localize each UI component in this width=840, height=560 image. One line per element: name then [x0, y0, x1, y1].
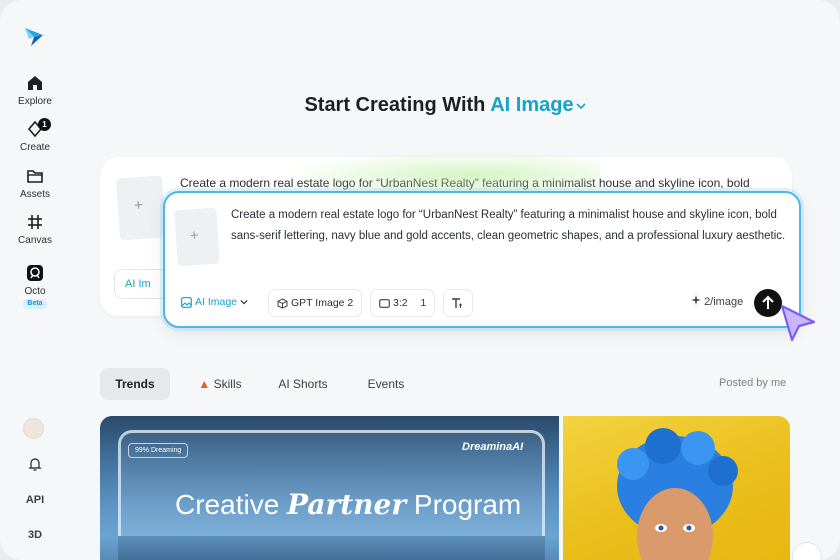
bell-icon	[28, 458, 42, 471]
octo-icon	[27, 265, 43, 281]
sidebar-item-canvas[interactable]: Canvas	[0, 213, 70, 246]
folder-icon	[27, 170, 43, 183]
image-icon	[181, 296, 192, 308]
sidebar-item-assets[interactable]: Assets	[0, 167, 70, 200]
tab-ai-shorts[interactable]: AI Shorts	[268, 368, 338, 400]
tab-trends[interactable]: Trends	[100, 368, 170, 400]
prompt-card: + Create a modern real estate logo for “…	[163, 191, 801, 328]
model-selector-label: GPT Image 2	[291, 297, 354, 309]
tab-events[interactable]: Events	[354, 368, 418, 400]
credit-cost-value: 2/image	[704, 296, 744, 308]
sidebar-item-create[interactable]: 1 Create	[0, 118, 70, 153]
mode-selector[interactable]: AI Image	[490, 94, 586, 116]
api-link[interactable]: API	[0, 494, 70, 506]
sidebar-item-label: Assets	[19, 189, 50, 200]
dreaming-tag: 99% Dreaming	[128, 443, 189, 458]
notification-badge: 1	[38, 118, 51, 131]
app-logo-icon[interactable]	[23, 24, 45, 48]
title-prefix: Start Creating With	[304, 94, 486, 116]
reference-image-slot[interactable]: +	[115, 175, 167, 241]
creative-partner-banner[interactable]: 99% Dreaming DreaminaAI Creative Partner…	[100, 416, 559, 560]
model-selector[interactable]: GPT Image 2	[268, 289, 363, 317]
3d-link[interactable]: 3D	[0, 529, 70, 541]
sidebar-item-label: Canvas	[18, 235, 52, 246]
chevron-down-icon	[575, 103, 586, 109]
mode-dropdown-label: AI Image	[195, 296, 238, 308]
text-style-button[interactable]	[443, 289, 473, 317]
portrait-illustration	[617, 428, 738, 560]
plus-icon: +	[189, 226, 200, 245]
text-format-icon	[452, 298, 462, 309]
sidebar-item-label: Octo	[24, 286, 46, 297]
portrait-artwork-card[interactable]	[563, 416, 790, 560]
avatar[interactable]	[23, 418, 44, 439]
grid-frame-icon	[28, 215, 42, 229]
image-count-value: 1	[420, 297, 427, 309]
sidebar: Explore 1 Create Assets Canvas Octo Beta…	[0, 0, 70, 560]
fire-icon: ▲	[198, 377, 211, 391]
sidebar-item-octo[interactable]: Octo Beta	[0, 264, 70, 309]
banner-title-part: Partner	[287, 488, 407, 521]
beta-tag: Beta	[23, 299, 47, 309]
chevron-down-icon	[240, 300, 248, 305]
aspect-ratio-value: 3:2	[393, 297, 408, 309]
cube-icon	[277, 298, 288, 309]
dreamina-logo: DreaminaAI	[462, 441, 524, 453]
sidebar-item-label: Create	[19, 142, 50, 153]
home-icon	[28, 76, 42, 90]
banner-title-part: Creative	[175, 489, 280, 520]
tab-label: Skills	[213, 377, 242, 391]
add-reference-image-button[interactable]: +	[174, 207, 220, 267]
banner-title: Creative Partner Program	[175, 488, 521, 521]
posted-by-me-filter[interactable]: Posted by me	[719, 377, 786, 389]
credit-cost: 2/image	[691, 295, 743, 308]
app-frame: Explore 1 Create Assets Canvas Octo Beta…	[0, 0, 840, 560]
plus-icon: +	[133, 196, 144, 215]
banner-title-part: Program	[413, 489, 522, 520]
aspect-count-selector[interactable]: 3:2 1	[370, 289, 436, 317]
sparkle-icon	[691, 295, 701, 305]
scroll-top-button[interactable]	[792, 542, 822, 560]
mode-dropdown[interactable]: AI Image	[175, 289, 257, 317]
cursor-pointer-icon	[780, 304, 816, 342]
notifications-button[interactable]	[0, 456, 70, 475]
page-title: Start Creating With AI Image	[0, 94, 840, 117]
prompt-input[interactable]: Create a modern real estate logo for “Ur…	[231, 205, 791, 247]
mode-selector-label: AI Image	[490, 94, 574, 116]
aspect-ratio-icon	[379, 298, 390, 308]
background-prompt-text: Create a modern real estate logo for “Ur…	[180, 176, 750, 190]
tab-skills[interactable]: ▲ Skills	[190, 368, 250, 400]
banner-sea	[118, 536, 545, 560]
